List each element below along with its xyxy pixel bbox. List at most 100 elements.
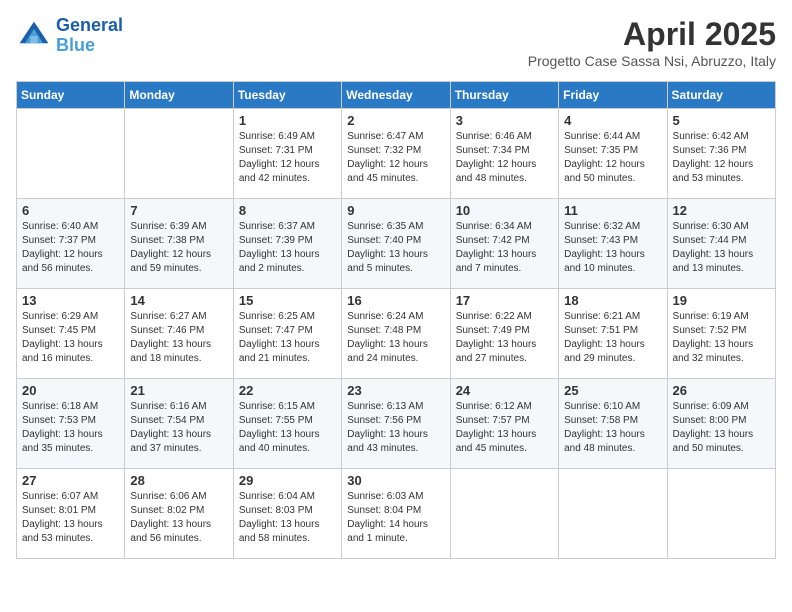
calendar-cell — [667, 469, 775, 559]
day-header-wednesday: Wednesday — [342, 82, 450, 109]
day-header-thursday: Thursday — [450, 82, 558, 109]
day-info: Sunrise: 6:46 AM Sunset: 7:34 PM Dayligh… — [456, 130, 553, 186]
calendar-cell: 5Sunrise: 6:42 AM Sunset: 7:36 PM Daylig… — [667, 109, 775, 199]
day-number: 9 — [347, 203, 444, 218]
calendar-cell: 24Sunrise: 6:12 AM Sunset: 7:57 PM Dayli… — [450, 379, 558, 469]
day-number: 7 — [130, 203, 227, 218]
calendar-cell: 14 Sunrise: 6:27 AM Sunset: 7:46 PM Dayli… — [125, 289, 233, 379]
day-info: Sunrise: 6:18 AM Sunset: 7:53 PM Dayligh… — [22, 400, 119, 456]
day-info: Sunrise: 6:44 AM Sunset: 7:35 PM Dayligh… — [564, 130, 661, 186]
calendar-cell: 29 Sunrise: 6:04 AM Sunset: 8:03 PM Dayli… — [233, 469, 341, 559]
day-number: 26 — [673, 383, 770, 398]
day-info: Sunrise: 6:19 AM Sunset: 7:52 PM Dayligh… — [673, 310, 770, 366]
day-number: 23 — [347, 383, 444, 398]
day-info: Sunrise: 6:29 AM Sunset: 7:45 PM Dayligh… — [22, 310, 119, 366]
day-number: 11 — [564, 203, 661, 218]
day-number: 6 — [22, 203, 119, 218]
day-info: Sunrise: 6:06 AM Sunset: 8:02 PM Dayligh… — [130, 490, 227, 546]
calendar-cell — [17, 109, 125, 199]
day-header-friday: Friday — [559, 82, 667, 109]
day-number: 16 — [347, 293, 444, 308]
calendar-cell: 2 Sunrise: 6:47 AM Sunset: 7:32 PM Daylig… — [342, 109, 450, 199]
day-number: 21 — [130, 383, 227, 398]
day-number: 15 — [239, 293, 336, 308]
calendar-cell: 7 Sunrise: 6:39 AM Sunset: 7:38 PM Daylig… — [125, 199, 233, 289]
calendar-cell: 11 Sunrise: 6:32 AM Sunset: 7:43 PM Dayli… — [559, 199, 667, 289]
day-info: Sunrise: 6:10 AM Sunset: 7:58 PM Dayligh… — [564, 400, 661, 456]
day-info: Sunrise: 6:22 AM Sunset: 7:49 PM Dayligh… — [456, 310, 553, 366]
day-number: 20 — [22, 383, 119, 398]
day-number: 25 — [564, 383, 661, 398]
day-info: Sunrise: 6:24 AM Sunset: 7:48 PM Dayligh… — [347, 310, 444, 366]
day-info: Sunrise: 6:25 AM Sunset: 7:47 PM Dayligh… — [239, 310, 336, 366]
calendar-cell: 8 Sunrise: 6:37 AM Sunset: 7:39 PM Daylig… — [233, 199, 341, 289]
calendar-cell: 25 Sunrise: 6:10 AM Sunset: 7:58 PM Dayli… — [559, 379, 667, 469]
day-info: Sunrise: 6:16 AM Sunset: 7:54 PM Dayligh… — [130, 400, 227, 456]
day-info: Sunrise: 6:49 AM Sunset: 7:31 PM Dayligh… — [239, 130, 336, 186]
day-info: Sunrise: 6:34 AM Sunset: 7:42 PM Dayligh… — [456, 220, 553, 276]
day-number: 27 — [22, 473, 119, 488]
calendar-cell: 12 Sunrise: 6:30 AM Sunset: 7:44 PM Dayli… — [667, 199, 775, 289]
calendar-cell: 23 Sunrise: 6:13 AM Sunset: 7:56 PM Dayli… — [342, 379, 450, 469]
day-info: Sunrise: 6:04 AM Sunset: 8:03 PM Dayligh… — [239, 490, 336, 546]
calendar-cell: 18 Sunrise: 6:21 AM Sunset: 7:51 PM Dayli… — [559, 289, 667, 379]
calendar-cell: 21 Sunrise: 6:16 AM Sunset: 7:54 PM Dayli… — [125, 379, 233, 469]
subtitle: Progetto Case Sassa Nsi, Abruzzo, Italy — [528, 53, 776, 69]
day-info: Sunrise: 6:09 AM Sunset: 8:00 PM Dayligh… — [673, 400, 770, 456]
calendar-cell: 19 Sunrise: 6:19 AM Sunset: 7:52 PM Dayli… — [667, 289, 775, 379]
calendar-cell — [559, 469, 667, 559]
calendar-cell — [450, 469, 558, 559]
calendar-cell: 6 Sunrise: 6:40 AM Sunset: 7:37 PM Daylig… — [17, 199, 125, 289]
day-number: 17 — [456, 293, 553, 308]
day-header-monday: Monday — [125, 82, 233, 109]
calendar-cell: 16 Sunrise: 6:24 AM Sunset: 7:48 PM Dayli… — [342, 289, 450, 379]
day-number: 14 — [130, 293, 227, 308]
day-number: 19 — [673, 293, 770, 308]
day-info: Sunrise: 6:13 AM Sunset: 7:56 PM Dayligh… — [347, 400, 444, 456]
day-info: Sunrise: 6:40 AM Sunset: 7:37 PM Dayligh… — [22, 220, 119, 276]
day-header-saturday: Saturday — [667, 82, 775, 109]
day-info: Sunrise: 6:47 AM Sunset: 7:32 PM Dayligh… — [347, 130, 444, 186]
calendar-cell: 15 Sunrise: 6:25 AM Sunset: 7:47 PM Dayli… — [233, 289, 341, 379]
calendar-cell — [125, 109, 233, 199]
day-info: Sunrise: 6:27 AM Sunset: 7:46 PM Dayligh… — [130, 310, 227, 366]
calendar-cell: 9 Sunrise: 6:35 AM Sunset: 7:40 PM Daylig… — [342, 199, 450, 289]
page-header: General Blue April 2025 Progetto Case Sa… — [16, 16, 776, 69]
day-info: Sunrise: 6:07 AM Sunset: 8:01 PM Dayligh… — [22, 490, 119, 546]
calendar-cell: 3 Sunrise: 6:46 AM Sunset: 7:34 PM Daylig… — [450, 109, 558, 199]
title-block: April 2025 Progetto Case Sassa Nsi, Abru… — [528, 16, 776, 69]
calendar-cell: 22 Sunrise: 6:15 AM Sunset: 7:55 PM Dayli… — [233, 379, 341, 469]
day-number: 13 — [22, 293, 119, 308]
day-info: Sunrise: 6:12 AM Sunset: 7:57 PM Dayligh… — [456, 400, 553, 456]
day-info: Sunrise: 6:32 AM Sunset: 7:43 PM Dayligh… — [564, 220, 661, 276]
day-number: 3 — [456, 113, 553, 128]
day-number: 22 — [239, 383, 336, 398]
day-number: 30 — [347, 473, 444, 488]
day-info: Sunrise: 6:15 AM Sunset: 7:55 PM Dayligh… — [239, 400, 336, 456]
day-header-tuesday: Tuesday — [233, 82, 341, 109]
logo-text: General Blue — [56, 16, 123, 56]
day-info: Sunrise: 6:39 AM Sunset: 7:38 PM Dayligh… — [130, 220, 227, 276]
logo-icon — [16, 18, 52, 54]
calendar-cell: 13 Sunrise: 6:29 AM Sunset: 7:45 PM Dayli… — [17, 289, 125, 379]
calendar-cell: 17 Sunrise: 6:22 AM Sunset: 7:49 PM Dayli… — [450, 289, 558, 379]
calendar-cell: 20 Sunrise: 6:18 AM Sunset: 7:53 PM Dayli… — [17, 379, 125, 469]
calendar-cell: 1 Sunrise: 6:49 AM Sunset: 7:31 PM Daylig… — [233, 109, 341, 199]
day-info: Sunrise: 6:37 AM Sunset: 7:39 PM Dayligh… — [239, 220, 336, 276]
calendar-cell: 4Sunrise: 6:44 AM Sunset: 7:35 PM Daylig… — [559, 109, 667, 199]
logo: General Blue — [16, 16, 123, 56]
day-number: 18 — [564, 293, 661, 308]
day-number: 29 — [239, 473, 336, 488]
day-info: Sunrise: 6:30 AM Sunset: 7:44 PM Dayligh… — [673, 220, 770, 276]
day-info: Sunrise: 6:03 AM Sunset: 8:04 PM Dayligh… — [347, 490, 444, 546]
day-number: 12 — [673, 203, 770, 218]
day-number: 28 — [130, 473, 227, 488]
day-info: Sunrise: 6:21 AM Sunset: 7:51 PM Dayligh… — [564, 310, 661, 366]
day-header-sunday: Sunday — [17, 82, 125, 109]
day-number: 1 — [239, 113, 336, 128]
day-info: Sunrise: 6:35 AM Sunset: 7:40 PM Dayligh… — [347, 220, 444, 276]
day-number: 2 — [347, 113, 444, 128]
calendar-cell: 10Sunrise: 6:34 AM Sunset: 7:42 PM Dayli… — [450, 199, 558, 289]
day-number: 8 — [239, 203, 336, 218]
calendar-cell: 28 Sunrise: 6:06 AM Sunset: 8:02 PM Dayli… — [125, 469, 233, 559]
